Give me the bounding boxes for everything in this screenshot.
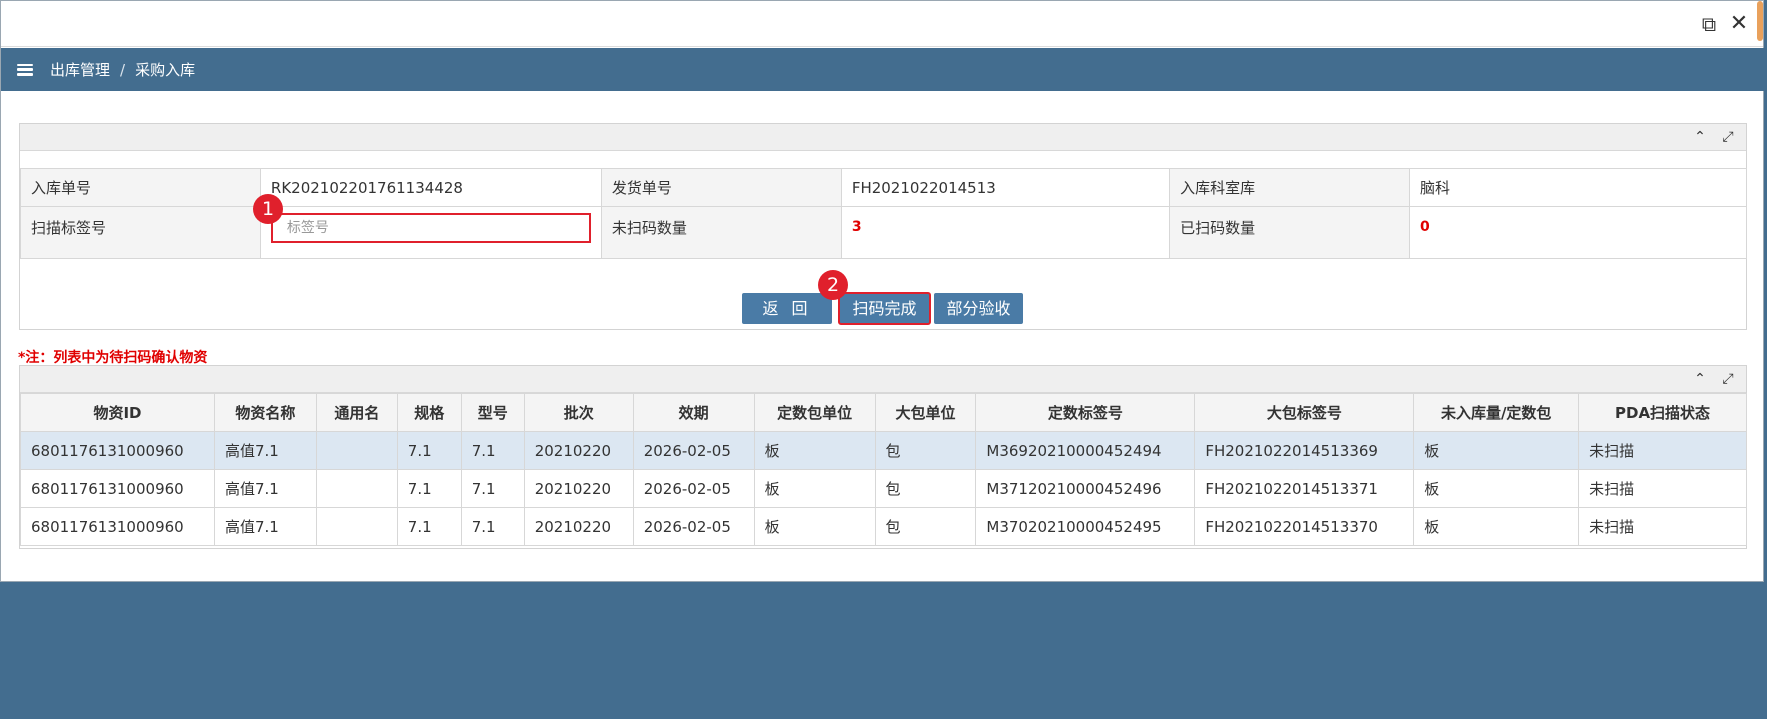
table-row[interactable]: 6801176131000960 高值7.1 7.1 7.1 20210220 … [20, 469, 1747, 508]
expand-icon[interactable]: ⤢ [1718, 369, 1738, 389]
hamburger-icon[interactable] [17, 63, 33, 76]
table-cell: 板 [1413, 469, 1580, 508]
dept-store-value: 脑科 [1409, 168, 1747, 207]
collapse-icon[interactable]: ⌃ [1690, 127, 1710, 147]
table-cell: 2026-02-05 [632, 469, 755, 508]
column-header[interactable]: 通用名 [315, 393, 398, 432]
unscanned-count: 3 [840, 206, 1171, 259]
table-cell: 20210220 [523, 431, 634, 470]
scanned-label: 已扫码数量 [1169, 206, 1411, 259]
title-bar: ⧉ ✕ [1, 1, 1763, 47]
column-header[interactable]: 定数标签号 [975, 393, 1196, 432]
materials-table: 物资ID 物资名称 通用名 规格 型号 批次 效期 定数包单位 大包单位 定数标… [20, 393, 1747, 546]
table-cell: 20210220 [523, 507, 634, 546]
table-row[interactable]: 6801176131000960 高值7.1 7.1 7.1 20210220 … [20, 431, 1747, 470]
table-cell: 6801176131000960 [20, 431, 215, 470]
expand-icon[interactable]: ⤢ [1718, 127, 1738, 147]
back-button[interactable]: 返 回 [742, 293, 832, 324]
table-cell: 未扫描 [1578, 469, 1747, 508]
scan-complete-button[interactable]: 扫码完成 [838, 292, 931, 325]
table-cell: 板 [753, 431, 876, 470]
table-cell: 未扫描 [1578, 507, 1747, 546]
table-cell: 7.1 [460, 431, 525, 470]
table-cell: M37020210000452495 [975, 507, 1196, 546]
panel-header: ⌃ ⤢ [20, 124, 1746, 151]
table-cell: M36920210000452494 [975, 431, 1196, 470]
receipt-no-value: RK202102201761134428 [259, 168, 602, 207]
breadcrumb-bar: 出库管理 / 采购入库 [1, 48, 1764, 91]
table-cell: 7.1 [396, 507, 462, 546]
table-cell: M37120210000452496 [975, 469, 1196, 508]
restore-window-icon[interactable]: ⧉ [1699, 14, 1719, 34]
step-badge-1: 1 [253, 194, 283, 224]
table-cell: 板 [753, 507, 876, 546]
column-header[interactable]: 大包单位 [874, 393, 977, 432]
receipt-info-panel: ⌃ ⤢ 入库单号 RK202102201761134428 发货单号 FH202… [19, 123, 1747, 330]
unscanned-label: 未扫码数量 [600, 206, 842, 259]
table-header-row: 物资ID 物资名称 通用名 规格 型号 批次 效期 定数包单位 大包单位 定数标… [20, 393, 1747, 432]
column-header[interactable]: 物资ID [20, 393, 215, 432]
close-icon[interactable]: ✕ [1729, 13, 1749, 35]
breadcrumb-parent[interactable]: 出库管理 [50, 59, 110, 80]
table-cell: 包 [874, 507, 977, 546]
column-header[interactable]: 型号 [460, 393, 525, 432]
action-buttons: 返 回 扫码完成 部分验收 [20, 292, 1746, 325]
table-cell [315, 469, 398, 508]
list-note: *注：列表中为待扫码确认物资 [18, 350, 208, 366]
materials-panel: ⌃ ⤢ 物资ID 物资名称 通用名 规格 型号 批次 效期 定数包单位 大包单位… [19, 365, 1747, 549]
partial-accept-button[interactable]: 部分验收 [934, 293, 1023, 324]
delivery-no-value: FH2021022014513 [840, 168, 1171, 207]
table-cell: 2026-02-05 [632, 431, 755, 470]
table-cell: 7.1 [460, 469, 525, 508]
scanned-count: 0 [1409, 206, 1747, 259]
column-header[interactable]: PDA扫描状态 [1578, 393, 1747, 432]
dept-store-label: 入库科室库 [1169, 168, 1411, 207]
table-cell: 7.1 [396, 431, 462, 470]
tag-input[interactable] [270, 213, 591, 243]
table-cell: 高值7.1 [213, 507, 317, 546]
breadcrumb-separator: / [120, 60, 126, 79]
table-cell: 7.1 [396, 469, 462, 508]
breadcrumb-current: 采购入库 [135, 61, 196, 79]
table-cell: 6801176131000960 [20, 469, 215, 508]
step-badge-2: 2 [818, 270, 848, 300]
table-cell: 未扫描 [1578, 431, 1747, 470]
delivery-no-label: 发货单号 [600, 168, 842, 207]
column-header[interactable]: 批次 [523, 393, 634, 432]
table-cell: 2026-02-05 [632, 507, 755, 546]
panel-header: ⌃ ⤢ [20, 366, 1746, 393]
tag-label: 扫描标签号 [20, 206, 261, 259]
table-cell: 板 [1413, 507, 1580, 546]
column-header[interactable]: 大包标签号 [1194, 393, 1415, 432]
table-cell [315, 431, 398, 470]
column-header[interactable]: 物资名称 [213, 393, 317, 432]
app-window: ⧉ ✕ 出库管理 / 采购入库 ⌃ ⤢ 入库单号 RK2021022017611… [0, 0, 1764, 582]
table-cell: 高值7.1 [213, 431, 317, 470]
scrollbar-thumb[interactable] [1757, 1, 1763, 41]
column-header[interactable]: 定数包单位 [753, 393, 876, 432]
column-header[interactable]: 效期 [632, 393, 755, 432]
table-cell: FH2021022014513370 [1194, 507, 1415, 546]
tag-input-cell [259, 206, 602, 259]
table-cell: 6801176131000960 [20, 507, 215, 546]
collapse-icon[interactable]: ⌃ [1690, 369, 1710, 389]
table-cell: 7.1 [460, 507, 525, 546]
table-cell: 包 [874, 469, 977, 508]
table-row[interactable]: 6801176131000960 高值7.1 7.1 7.1 20210220 … [20, 507, 1747, 546]
column-header[interactable]: 规格 [396, 393, 462, 432]
table-cell [315, 507, 398, 546]
table-cell: 包 [874, 431, 977, 470]
receipt-no-label: 入库单号 [20, 168, 261, 207]
table-cell: 板 [1413, 431, 1580, 470]
table-cell: 板 [753, 469, 876, 508]
table-cell: FH2021022014513369 [1194, 431, 1415, 470]
table-cell: 高值7.1 [213, 469, 317, 508]
table-cell: 20210220 [523, 469, 634, 508]
table-cell: FH2021022014513371 [1194, 469, 1415, 508]
column-header[interactable]: 未入库量/定数包 [1413, 393, 1580, 432]
